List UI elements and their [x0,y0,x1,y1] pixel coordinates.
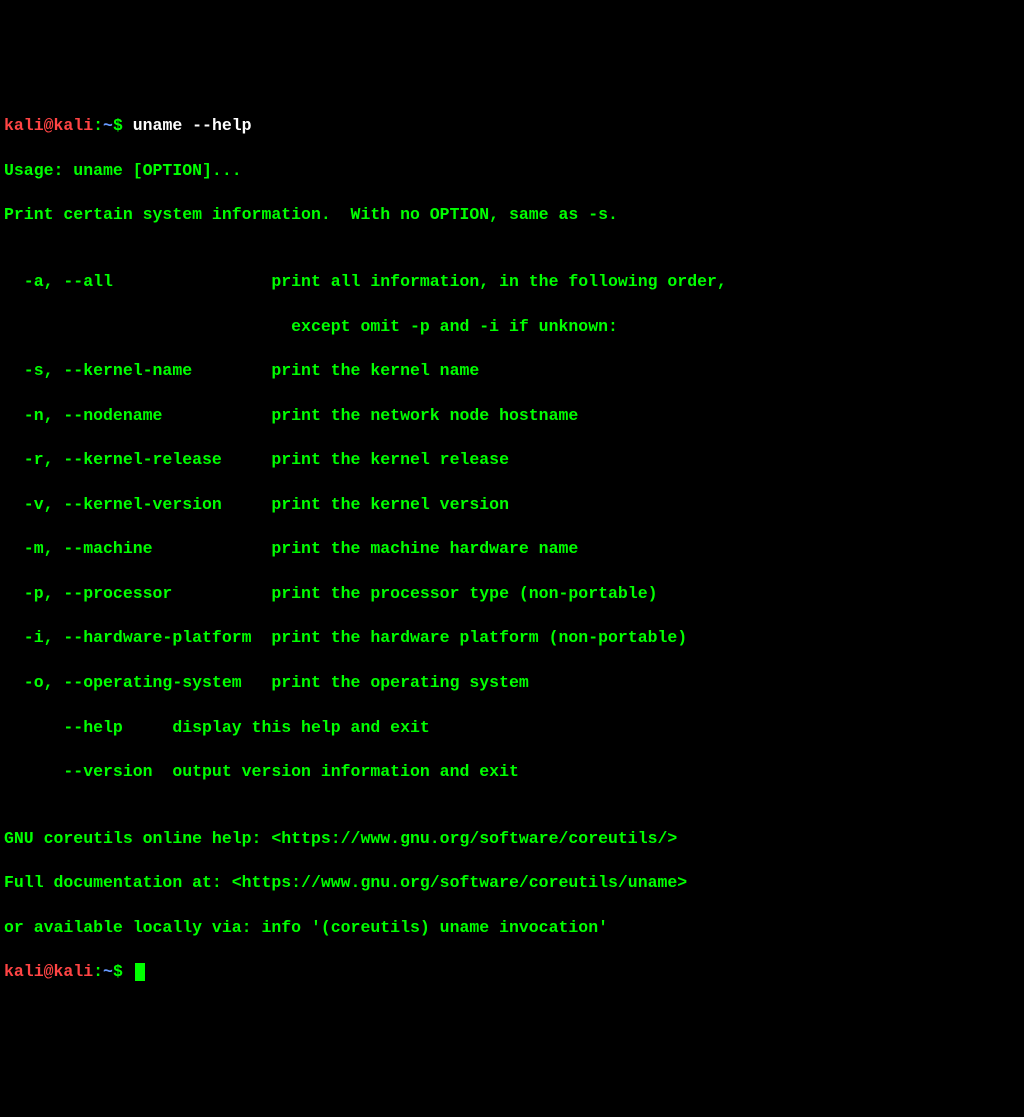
cursor-icon[interactable] [135,963,145,981]
output-opt-m: -m, --machine print the machine hardware… [4,538,1020,560]
prompt-path: ~ [103,962,113,981]
output-opt-v: -v, --kernel-version print the kernel ve… [4,494,1020,516]
prompt-user: kali [4,962,44,981]
prompt-line-2: kali@kali:~$ [4,961,1020,983]
prompt-colon: : [93,116,103,135]
prompt-colon: : [93,962,103,981]
output-doc-url: Full documentation at: <https://www.gnu.… [4,872,1020,894]
output-opt-p: -p, --processor print the processor type… [4,583,1020,605]
prompt-at: @ [44,116,54,135]
output-opt-help: --help display this help and exit [4,717,1020,739]
output-opt-a2: except omit -p and -i if unknown: [4,316,1020,338]
output-opt-s: -s, --kernel-name print the kernel name [4,360,1020,382]
output-opt-o: -o, --operating-system print the operati… [4,672,1020,694]
terminal-output[interactable]: kali@kali:~$ uname --help Usage: uname [… [4,93,1020,1006]
output-desc: Print certain system information. With n… [4,204,1020,226]
prompt-path: ~ [103,116,113,135]
output-usage: Usage: uname [OPTION]... [4,160,1020,182]
output-opt-n: -n, --nodename print the network node ho… [4,405,1020,427]
output-help-url: GNU coreutils online help: <https://www.… [4,828,1020,850]
output-opt-i: -i, --hardware-platform print the hardwa… [4,627,1020,649]
prompt-dollar: $ [113,962,133,981]
output-opt-r: -r, --kernel-release print the kernel re… [4,449,1020,471]
prompt-user: kali [4,116,44,135]
prompt-at: @ [44,962,54,981]
output-opt-a: -a, --all print all information, in the … [4,271,1020,293]
command-text: uname --help [133,116,252,135]
output-local: or available locally via: info '(coreuti… [4,917,1020,939]
prompt-line-1: kali@kali:~$ uname --help [4,115,1020,137]
prompt-host: kali [54,116,94,135]
prompt-dollar: $ [113,116,133,135]
output-opt-version: --version output version information and… [4,761,1020,783]
prompt-host: kali [54,962,94,981]
